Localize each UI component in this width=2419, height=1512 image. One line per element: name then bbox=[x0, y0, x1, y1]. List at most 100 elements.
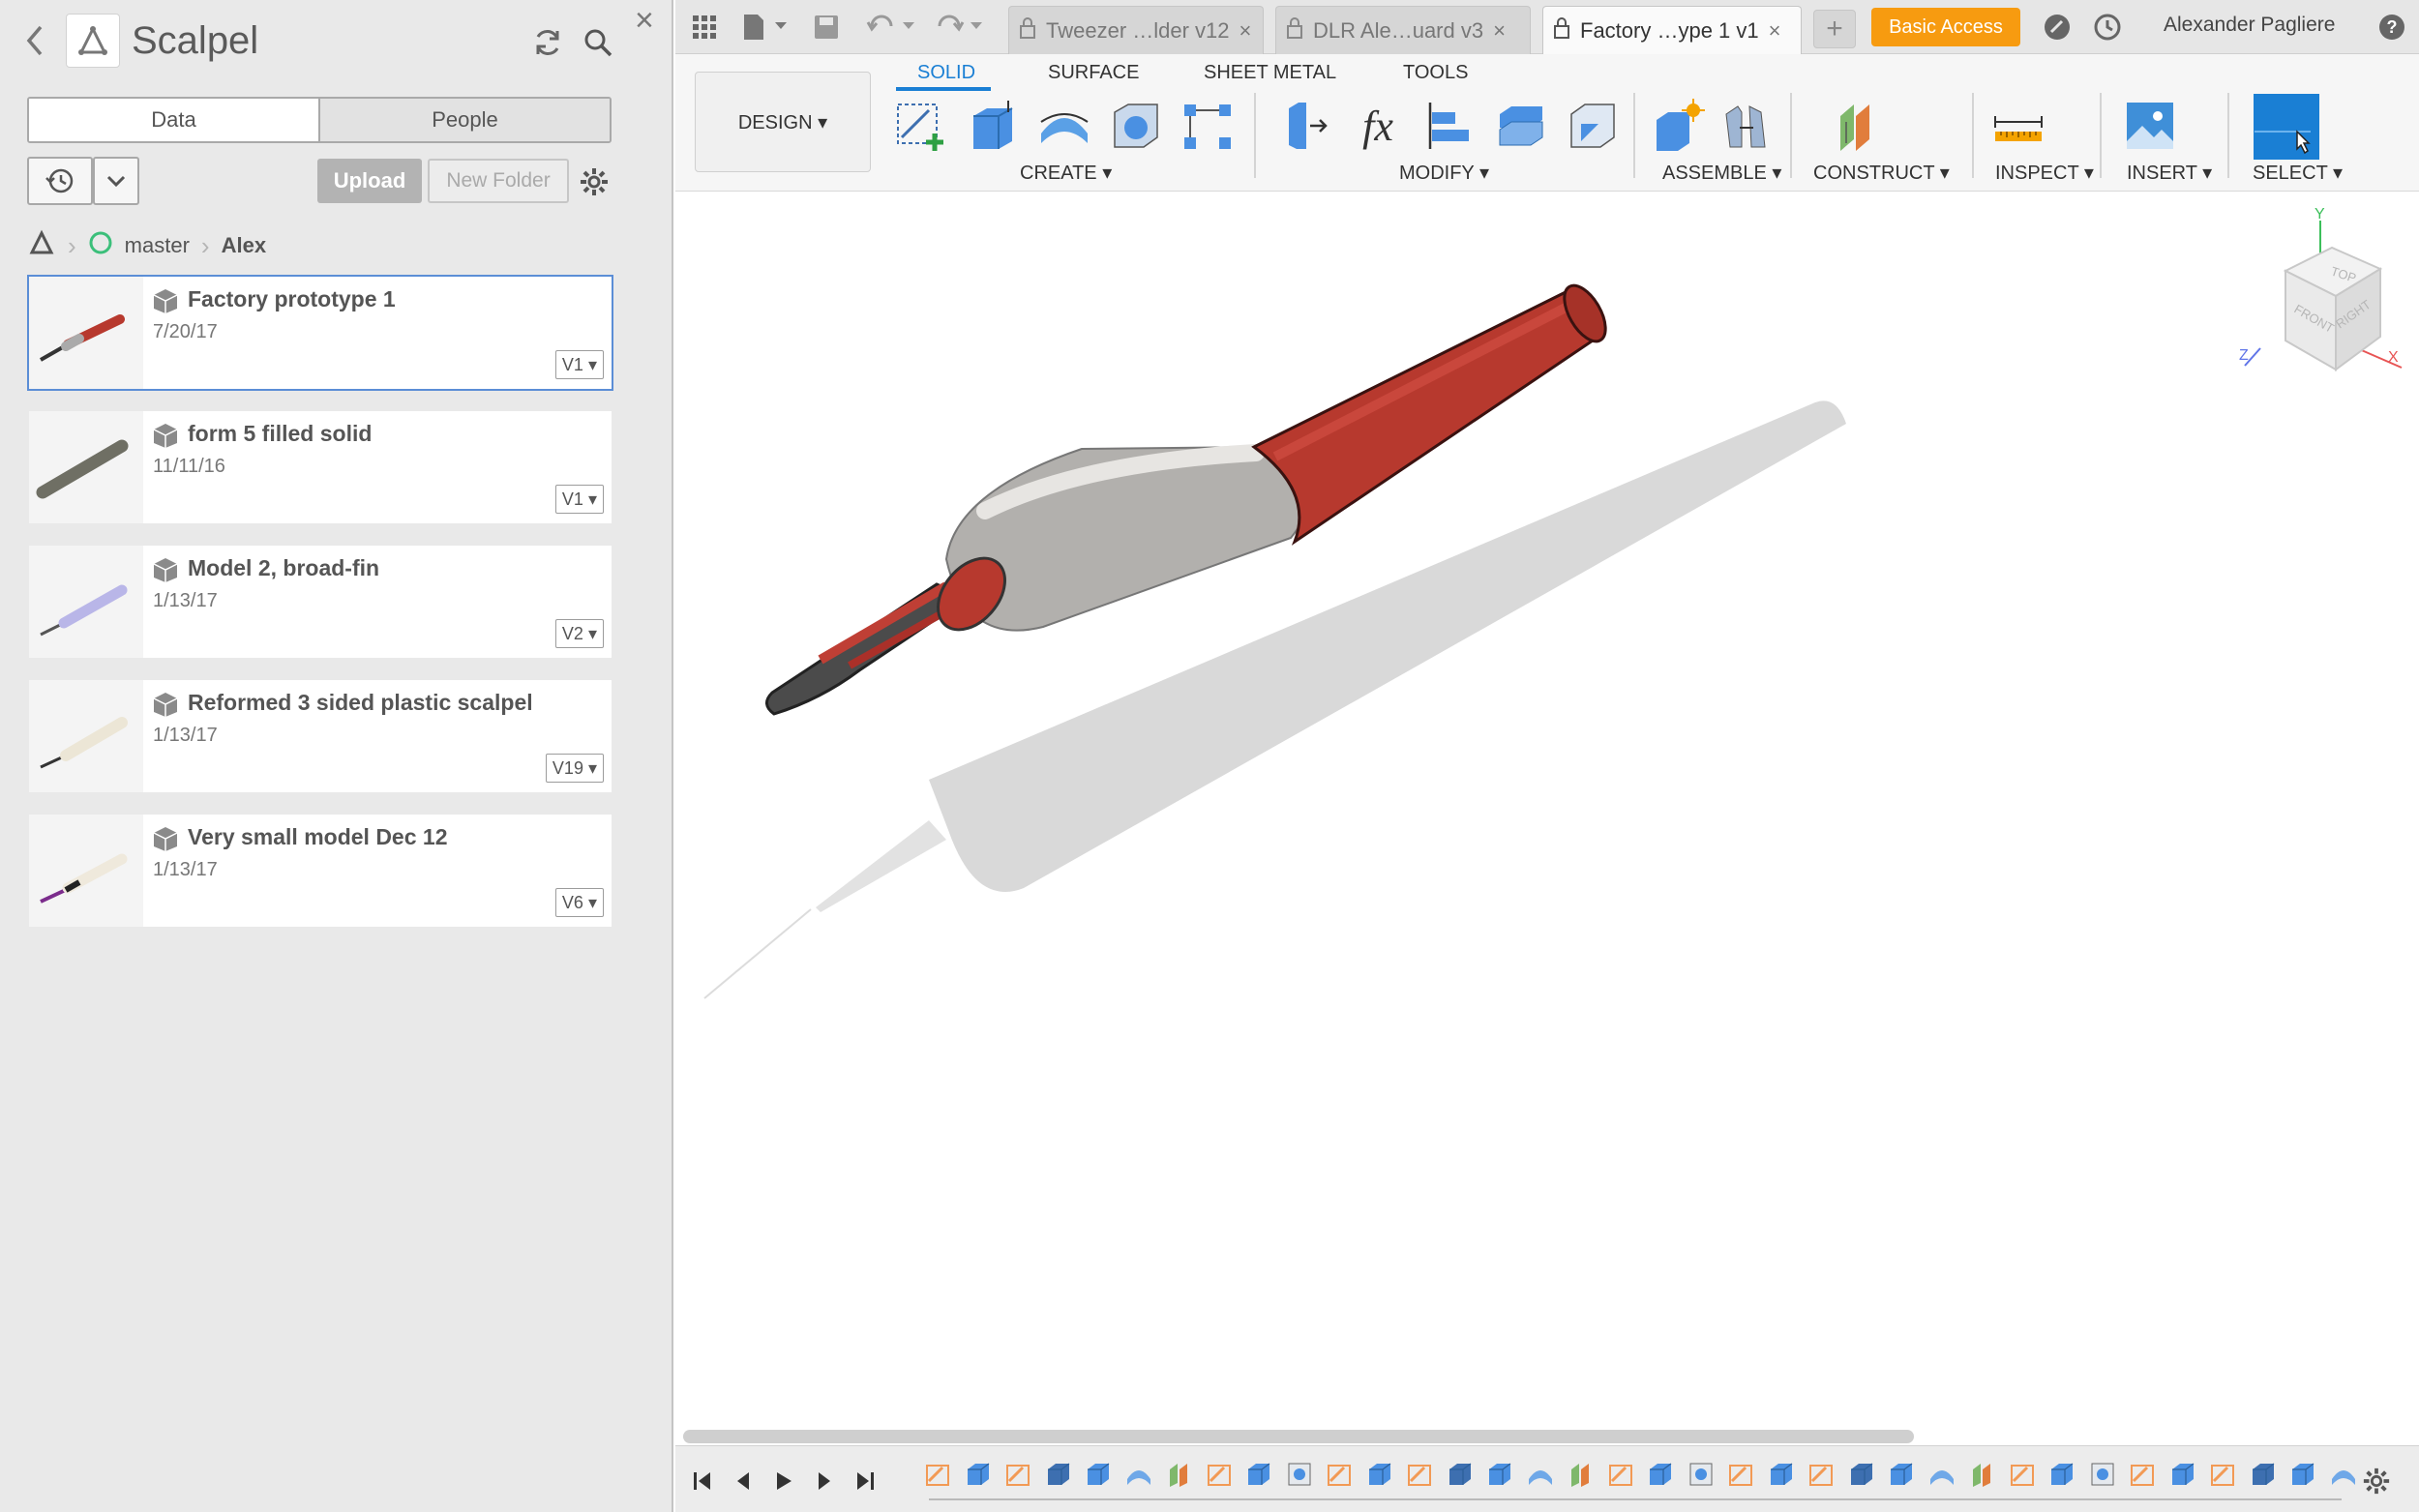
new-folder-button[interactable]: New Folder bbox=[428, 159, 569, 203]
timeline-sketch-icon[interactable] bbox=[2128, 1460, 2159, 1491]
tab-tools[interactable]: TOOLS bbox=[1403, 62, 1468, 84]
timeline-plane-icon[interactable] bbox=[1164, 1460, 1195, 1491]
job-status-icon[interactable] bbox=[2038, 10, 2076, 44]
doc-tab-dlr[interactable]: DLR Ale…uard v3 × bbox=[1275, 6, 1531, 54]
pattern-icon[interactable] bbox=[1179, 97, 1237, 155]
timeline-extrude-icon[interactable] bbox=[1365, 1460, 1396, 1491]
timeline-extrude-icon[interactable] bbox=[2288, 1460, 2319, 1491]
timeline-sketch-icon[interactable] bbox=[1606, 1460, 1637, 1491]
select-icon[interactable] bbox=[2253, 93, 2320, 161]
timeline-sketch-icon[interactable] bbox=[1205, 1460, 1236, 1491]
3d-viewport[interactable]: TOP FRONT RIGHT Y X Z bbox=[675, 192, 2419, 1432]
timeline-revolve-icon[interactable] bbox=[1124, 1460, 1155, 1491]
timeline-sketch-icon[interactable] bbox=[1726, 1460, 1757, 1491]
revolve-icon[interactable] bbox=[1035, 97, 1093, 155]
timeline-revolve-icon[interactable] bbox=[1526, 1460, 1557, 1491]
close-tab-icon[interactable]: × bbox=[1493, 18, 1506, 44]
view-cube[interactable]: TOP FRONT RIGHT Y X Z bbox=[2239, 205, 2404, 428]
version-dropdown[interactable]: V2 ▾ bbox=[554, 619, 604, 648]
group-assemble-label[interactable]: ASSEMBLE ▾ bbox=[1662, 161, 1781, 185]
tab-data[interactable]: Data bbox=[29, 99, 318, 141]
extrude-icon[interactable] bbox=[964, 97, 1022, 155]
workspace-switcher[interactable]: DESIGN ▾ bbox=[695, 72, 871, 172]
timeline-extrude-icon[interactable] bbox=[1244, 1460, 1275, 1491]
timeline-extrude-icon[interactable] bbox=[1084, 1460, 1115, 1491]
design-list-item[interactable]: Factory prototype 1 7/20/17 V1 ▾ bbox=[27, 275, 613, 391]
back-arrow-icon[interactable] bbox=[19, 21, 50, 60]
timeline-sketch-icon[interactable] bbox=[923, 1460, 954, 1491]
app-grid-icon[interactable] bbox=[685, 10, 724, 44]
timeline-sketch-icon[interactable] bbox=[2208, 1460, 2239, 1491]
align-icon[interactable] bbox=[1420, 97, 1478, 155]
doc-tab-tweezer[interactable]: Tweezer …lder v12 × bbox=[1008, 6, 1264, 54]
timeline-extrude-icon[interactable] bbox=[1646, 1460, 1677, 1491]
settings-gear-icon[interactable] bbox=[573, 161, 615, 203]
group-inspect-label[interactable]: INSPECT ▾ bbox=[1995, 161, 2094, 185]
close-panel-icon[interactable]: × bbox=[635, 2, 654, 40]
hub-icon[interactable] bbox=[27, 229, 56, 262]
tab-people[interactable]: People bbox=[318, 99, 610, 141]
group-select-label[interactable]: SELECT ▾ bbox=[2253, 161, 2343, 185]
timeline-hole-icon[interactable] bbox=[2088, 1460, 2119, 1491]
notifications-clock-icon[interactable] bbox=[2088, 10, 2127, 44]
user-name[interactable]: Alexander Pagliere bbox=[2164, 14, 2335, 37]
timeline-plane-icon[interactable] bbox=[1967, 1460, 1998, 1491]
fx-parameters-icon[interactable]: fx bbox=[1349, 97, 1407, 155]
timeline-next-icon[interactable] bbox=[807, 1464, 842, 1498]
timeline-extrude-icon[interactable] bbox=[1767, 1460, 1798, 1491]
timeline-hole-icon[interactable] bbox=[1285, 1460, 1316, 1491]
breadcrumb-branch[interactable]: master bbox=[125, 233, 190, 258]
timeline-pattern-icon[interactable] bbox=[1847, 1460, 1878, 1491]
timeline-hole-icon[interactable] bbox=[1687, 1460, 1717, 1491]
timeline-plane-icon[interactable] bbox=[1566, 1460, 1597, 1491]
design-list-item[interactable]: Reformed 3 sided plastic scalpel 1/13/17… bbox=[27, 678, 613, 794]
save-icon[interactable] bbox=[809, 10, 844, 44]
insert-image-icon[interactable] bbox=[2121, 97, 2179, 155]
version-dropdown[interactable]: V6 ▾ bbox=[554, 888, 604, 917]
scalpel-handle[interactable] bbox=[1251, 279, 1614, 546]
timeline-sketch-icon[interactable] bbox=[1003, 1460, 1034, 1491]
tab-sheet-metal[interactable]: SHEET METAL bbox=[1204, 62, 1336, 84]
group-modify-label[interactable]: MODIFY ▾ bbox=[1399, 161, 1489, 185]
press-pull-icon[interactable] bbox=[1275, 97, 1333, 155]
timeline-pattern-icon[interactable] bbox=[2249, 1460, 2280, 1491]
version-dropdown[interactable]: V1 ▾ bbox=[554, 350, 604, 379]
upload-button[interactable]: Upload bbox=[317, 159, 422, 203]
redo-icon[interactable] bbox=[933, 10, 991, 44]
timeline-sketch-icon[interactable] bbox=[1807, 1460, 1837, 1491]
shell-combine-icon[interactable] bbox=[1492, 97, 1550, 155]
new-tab-button[interactable]: + bbox=[1813, 10, 1856, 48]
timeline-pattern-icon[interactable] bbox=[1044, 1460, 1075, 1491]
offset-plane-icon[interactable] bbox=[1831, 97, 1889, 155]
timeline-prev-icon[interactable] bbox=[726, 1464, 761, 1498]
group-create-label[interactable]: CREATE ▾ bbox=[1020, 161, 1112, 185]
history-button[interactable] bbox=[27, 157, 93, 205]
refresh-icon[interactable] bbox=[526, 21, 569, 64]
timeline-play-icon[interactable] bbox=[766, 1464, 801, 1498]
timeline-sketch-icon[interactable] bbox=[1405, 1460, 1436, 1491]
timeline-settings-gear-icon[interactable] bbox=[2359, 1464, 2394, 1498]
help-icon[interactable]: ? bbox=[2373, 10, 2411, 44]
tab-surface[interactable]: SURFACE bbox=[1048, 62, 1139, 84]
file-menu-icon[interactable] bbox=[739, 10, 797, 44]
group-construct-label[interactable]: CONSTRUCT ▾ bbox=[1813, 161, 1950, 185]
chamfer-icon[interactable] bbox=[1564, 97, 1622, 155]
timeline-sketch-icon[interactable] bbox=[1325, 1460, 1356, 1491]
timeline-track[interactable] bbox=[929, 1498, 2342, 1500]
timeline-pattern-icon[interactable] bbox=[1446, 1460, 1477, 1491]
timeline-extrude-icon[interactable] bbox=[1485, 1460, 1516, 1491]
hole-icon[interactable] bbox=[1107, 97, 1165, 155]
breadcrumb-folder[interactable]: Alex bbox=[222, 233, 266, 258]
design-list-item[interactable]: form 5 filled solid 11/11/16 V1 ▾ bbox=[27, 409, 613, 525]
timeline-first-icon[interactable] bbox=[685, 1464, 720, 1498]
history-dropdown-button[interactable] bbox=[93, 157, 139, 205]
timeline-last-icon[interactable] bbox=[848, 1464, 882, 1498]
close-tab-icon[interactable]: × bbox=[1239, 18, 1252, 44]
version-dropdown[interactable]: V1 ▾ bbox=[554, 485, 604, 514]
design-list-item[interactable]: Model 2, broad-fin 1/13/17 V2 ▾ bbox=[27, 544, 613, 660]
search-icon[interactable] bbox=[577, 21, 619, 64]
tab-solid[interactable]: SOLID bbox=[917, 62, 975, 84]
timeline-revolve-icon[interactable] bbox=[2329, 1460, 2360, 1491]
design-list-item[interactable]: Very small model Dec 12 1/13/17 V6 ▾ bbox=[27, 813, 613, 929]
joint-icon[interactable] bbox=[1717, 97, 1775, 155]
